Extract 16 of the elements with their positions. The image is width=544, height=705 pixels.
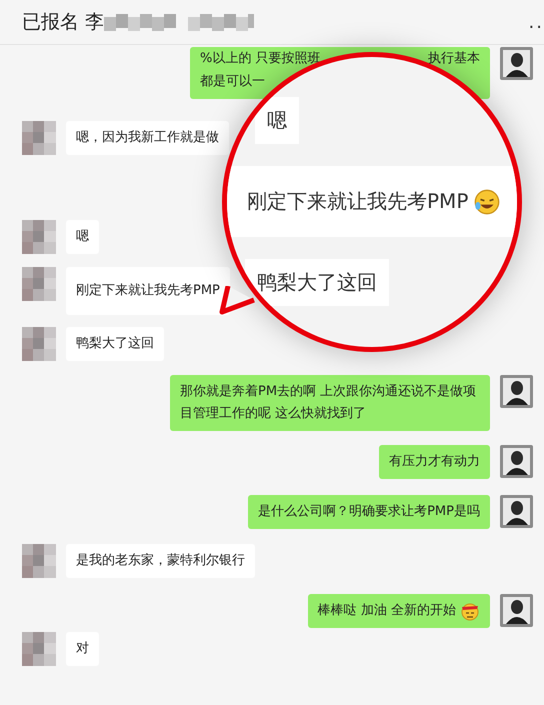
message-text: 是什么公司啊？明确要求让考PMP是吗 xyxy=(258,503,480,521)
more-button[interactable]: .. xyxy=(528,12,544,32)
message-text: 嗯 xyxy=(76,228,89,246)
message-text: 对 xyxy=(76,640,89,658)
message-text: 鸭梨大了这回 xyxy=(257,269,377,296)
message-text: 嗯，因为我新工作就是做 xyxy=(76,129,219,147)
message-text: 鸭梨大了这回 xyxy=(76,335,154,353)
message-text: 是我的老东家，蒙特利尔银行 xyxy=(76,552,245,570)
message-text: 刚定下来就让我先考PMP xyxy=(247,188,468,215)
message-text: 那你就是奔着PM去的啊 上次跟你沟通还说不是做项目管理工作的呢 这么快就找到了 xyxy=(180,383,478,423)
message-text: 嗯 xyxy=(267,107,287,134)
message-text: %以上的 只要按照班 执行基本 都是可以一 xyxy=(200,50,480,91)
chat-title: 已报名 李 xyxy=(22,10,104,35)
message-text: 棒棒哒 加油 全新的开始 xyxy=(318,602,456,620)
message-text: 有压力才有动力 xyxy=(389,453,480,471)
message-text: 刚定下来就让我先考PMP xyxy=(76,282,220,300)
